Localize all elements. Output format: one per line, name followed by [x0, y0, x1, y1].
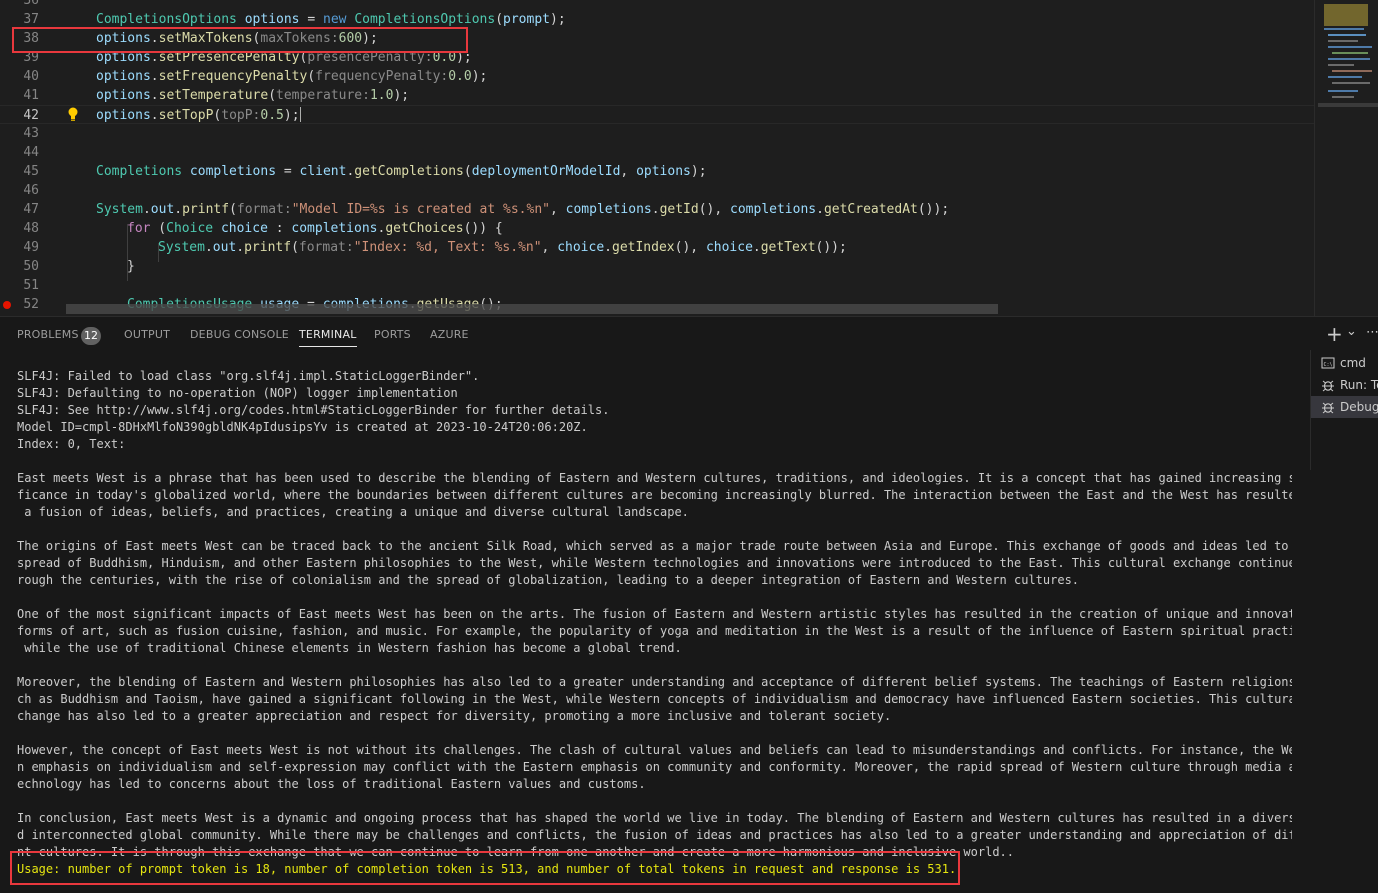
breakpoint-icon[interactable]: [3, 301, 11, 309]
debug-icon: [1322, 380, 1334, 392]
line-number[interactable]: 51: [0, 276, 39, 295]
line-number[interactable]: 41: [0, 86, 39, 105]
terminal-line: One of the most significant impacts of E…: [17, 607, 1292, 621]
code-text: System.out.printf(format:"Index: %d, Tex…: [158, 240, 847, 255]
minimap[interactable]: [1318, 0, 1378, 110]
terminal-line: ch as Buddhism and Taoism, have gained a…: [17, 692, 1292, 706]
terminal-line: spread of Buddhism, Hinduism, and other …: [17, 556, 1292, 570]
terminal-line: However, the concept of East meets West …: [17, 743, 1292, 757]
line-number[interactable]: 49: [0, 238, 39, 257]
line-number[interactable]: 36: [0, 0, 39, 10]
line-number[interactable]: 48: [0, 219, 39, 238]
code-text: options.setTopP(topP:0.5);: [96, 107, 301, 123]
chevron-down-icon[interactable]: ⌄: [1346, 324, 1357, 339]
terminal-line: n emphasis on individualism and self-exp…: [17, 760, 1292, 774]
code-text: for (Choice choice : completions.getChoi…: [127, 221, 503, 236]
debug-icon: [1322, 402, 1334, 414]
code-line[interactable]: 44: [0, 143, 1314, 162]
line-number[interactable]: 40: [0, 67, 39, 86]
code-text: Completions completions = client.getComp…: [96, 164, 707, 179]
bottom-panel: PROBLEMS 12 OUTPUT DEBUG CONSOLE TERMINA…: [0, 316, 1378, 893]
vscode-window: 36 37 CompletionsOptions options = new Com…: [0, 0, 1378, 893]
code-line[interactable]: 43: [0, 124, 1314, 143]
code-line[interactable]: 49 System.out.printf(format:"Index: %d, T…: [0, 238, 1314, 257]
code-line[interactable]: 48 for (Choice choice : completions.getCh…: [0, 219, 1314, 238]
code-line[interactable]: 42 options.setTopP(topP:0.5);: [0, 105, 1314, 124]
more-actions-icon[interactable]: ⋯: [1366, 325, 1378, 340]
terminal-item-run[interactable]: Run: TestOpenAI: [1311, 374, 1378, 396]
terminal-line: change has also led to a greater appreci…: [17, 709, 892, 723]
max-tokens-highlight: [12, 27, 468, 53]
terminal-line: SLF4J: Failed to load class "org.slf4j.i…: [17, 369, 480, 383]
code-text: options.setFrequencyPenalty(frequencyPen…: [96, 69, 488, 84]
tab-ports[interactable]: PORTS: [374, 328, 411, 341]
code-line[interactable]: 51: [0, 276, 1314, 295]
horizontal-scrollbar[interactable]: [66, 304, 998, 314]
line-number[interactable]: 50: [0, 257, 39, 276]
terminal-line: forms of art, such as fusion cuisine, fa…: [17, 624, 1292, 638]
code-text: }: [127, 259, 135, 274]
line-number[interactable]: 43: [0, 124, 39, 143]
terminal-line: d interconnected global community. While…: [17, 828, 1292, 842]
new-terminal-icon[interactable]: +: [1326, 322, 1343, 346]
terminal-cmd-icon: C:\: [1321, 357, 1335, 369]
terminal-line: In conclusion, East meets West is a dyna…: [17, 811, 1292, 825]
code-line[interactable]: 45 Completions completions = client.getCo…: [0, 162, 1314, 181]
terminal-line: SLF4J: Defaulting to no-operation (NOP) …: [17, 386, 458, 400]
line-number[interactable]: 42: [0, 106, 39, 125]
code-line[interactable]: 46: [0, 181, 1314, 200]
indent-guide: [158, 243, 159, 262]
code-line[interactable]: 36: [0, 0, 1314, 10]
line-number[interactable]: 45: [0, 162, 39, 181]
code-line[interactable]: 50}: [0, 257, 1314, 276]
terminal-line: Moreover, the blending of Eastern and We…: [17, 675, 1292, 689]
terminal-line: rough the centuries, with the rise of co…: [17, 573, 1080, 587]
terminal-line: East meets West is a phrase that has bee…: [17, 471, 1292, 485]
text-cursor: [299, 107, 301, 122]
line-number[interactable]: 46: [0, 181, 39, 200]
lightbulb-icon[interactable]: [66, 106, 80, 122]
tab-output[interactable]: OUTPUT: [124, 328, 170, 341]
problems-count-badge: 12: [81, 327, 101, 345]
code-editor[interactable]: 36 37 CompletionsOptions options = new Com…: [0, 0, 1378, 316]
code-line[interactable]: 41 options.setTemperature(temperature:1.0…: [0, 86, 1314, 105]
terminal-line: ficance in today's globalized world, whe…: [17, 488, 1292, 502]
line-number[interactable]: 47: [0, 200, 39, 219]
panel-tabs: PROBLEMS 12 OUTPUT DEBUG CONSOLE TERMINA…: [0, 317, 1300, 353]
usage-highlight: [10, 851, 960, 885]
terminal-line: a fusion of ideas, beliefs, and practice…: [17, 505, 689, 519]
terminal-line: SLF4J: See http://www.slf4j.org/codes.ht…: [17, 403, 610, 417]
minimap-divider: [1314, 0, 1315, 316]
tab-problems[interactable]: PROBLEMS: [17, 328, 79, 341]
panel-actions: + ⌄ ⋯: [1326, 322, 1378, 346]
terminal-item-debug[interactable]: Debug: TestOpenAI: [1311, 396, 1378, 418]
terminal-output[interactable]: SLF4J: Failed to load class "org.slf4j.i…: [17, 368, 1292, 888]
tab-terminal[interactable]: TERMINAL: [299, 328, 357, 347]
code-text: options.setTemperature(temperature:1.0);: [96, 88, 410, 103]
code-text: System.out.printf(format:"Model ID=%s is…: [96, 202, 950, 217]
tab-azure[interactable]: AZURE: [430, 328, 469, 341]
code-line[interactable]: 47 System.out.printf(format:"Model ID=%s …: [0, 200, 1314, 219]
svg-text:C:\: C:\: [1324, 362, 1333, 368]
terminal-item-cmd[interactable]: C:\ cmd: [1311, 352, 1378, 374]
tab-debug-console[interactable]: DEBUG CONSOLE: [190, 328, 289, 341]
line-number[interactable]: 44: [0, 143, 39, 162]
terminal-line: The origins of East meets West can be tr…: [17, 539, 1292, 553]
terminal-line: echnology has led to concerns about the …: [17, 777, 646, 791]
terminal-list: C:\ cmd Run: TestOpenAI: [1310, 350, 1378, 470]
indent-guide: [127, 224, 128, 281]
code-line[interactable]: 40 options.setFrequencyPenalty(frequencyP…: [0, 67, 1314, 86]
terminal-line: Model ID=cmpl-8DHxMlfoN390gbldNK4pIdusip…: [17, 420, 588, 434]
terminal-line: Index: 0, Text:: [17, 437, 126, 451]
terminal-line: while the use of traditional Chinese ele…: [17, 641, 682, 655]
